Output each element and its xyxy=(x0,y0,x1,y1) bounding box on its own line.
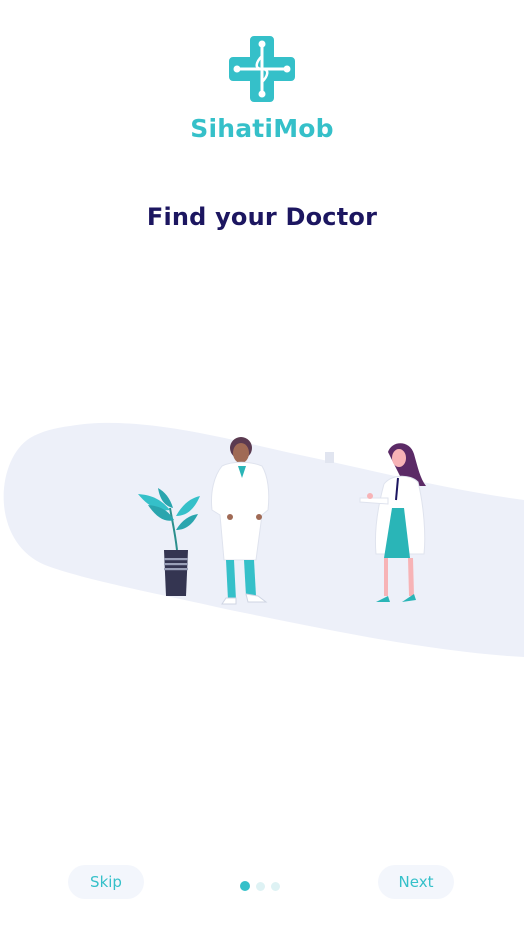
decor-square xyxy=(325,452,334,463)
pagination-dot-3[interactable] xyxy=(271,881,280,891)
pagination-dot-2[interactable] xyxy=(256,881,265,891)
slide-title: Find your Doctor xyxy=(146,203,378,231)
skip-button[interactable]: Skip xyxy=(68,865,144,899)
pagination-dot-1[interactable] xyxy=(240,881,250,891)
app-logo: SihatiMob xyxy=(0,34,524,143)
doctors-illustration xyxy=(3,422,524,657)
medical-cross-icon xyxy=(229,36,295,102)
next-button[interactable]: Next xyxy=(378,865,454,899)
background-swoosh xyxy=(3,422,524,657)
pagination-dots xyxy=(240,881,280,891)
brand-name: SihatiMob xyxy=(190,114,334,143)
